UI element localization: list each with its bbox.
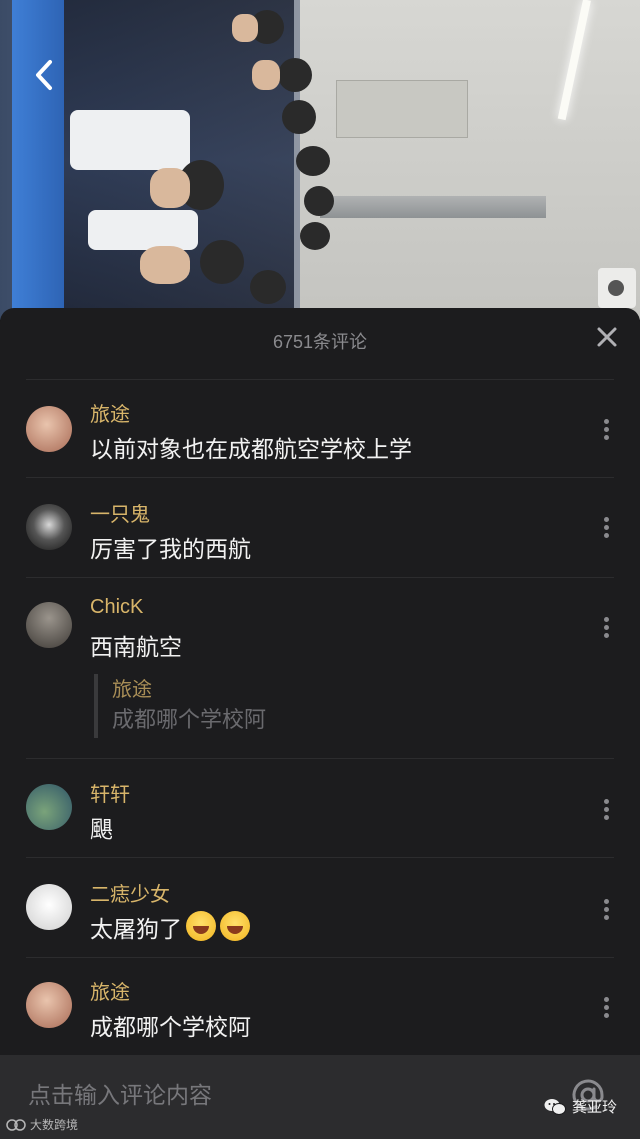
- video-wall: [300, 0, 640, 320]
- comment-item[interactable]: 旅途 以前对象也在成都航空学校上学: [0, 380, 640, 478]
- avatar[interactable]: [26, 784, 72, 830]
- comment-text: 太屠狗了: [90, 910, 250, 944]
- divider: [26, 758, 614, 759]
- comment-text: 厉害了我的西航: [90, 537, 251, 563]
- video-figure: [140, 246, 190, 284]
- video-speaker: [598, 268, 636, 308]
- video-figure: [232, 14, 258, 42]
- avatar[interactable]: [26, 602, 72, 648]
- comment-text-content: 太屠狗了: [90, 917, 182, 943]
- close-button[interactable]: [594, 324, 620, 350]
- watermark-left-text: 大数跨境: [30, 1118, 79, 1132]
- comment-author[interactable]: 二痣少女: [90, 878, 170, 907]
- back-button[interactable]: [30, 58, 60, 92]
- comment-text: 颶: [90, 817, 113, 843]
- comment-author[interactable]: 旅途: [90, 976, 130, 1005]
- close-icon: [597, 327, 617, 347]
- reply-text: 成都哪个学校阿: [112, 708, 267, 733]
- video-wall-rail: [320, 196, 546, 218]
- video-blue-pillar: [12, 0, 64, 320]
- video-figure: [88, 210, 198, 250]
- video-figure: [250, 270, 286, 304]
- wechat-icon: [544, 1098, 566, 1115]
- comment-text: 以前对象也在成都航空学校上学: [90, 437, 412, 463]
- comment-item[interactable]: 轩轩 颶: [0, 758, 640, 858]
- watermark-left: 大数跨境: [6, 1116, 78, 1133]
- comment-item[interactable]: 旅途 成都哪个学校阿: [0, 958, 640, 1058]
- video-figure: [304, 186, 334, 216]
- more-options-button[interactable]: [598, 994, 614, 1024]
- avatar[interactable]: [26, 884, 72, 930]
- video-figure: [70, 110, 190, 170]
- video-figure: [278, 58, 312, 92]
- chevron-left-icon: [36, 60, 52, 90]
- comment-author[interactable]: 轩轩: [90, 778, 130, 807]
- more-options-button[interactable]: [598, 614, 614, 644]
- video-figure: [282, 100, 316, 134]
- watermark-right: 龚亚玲: [544, 1096, 617, 1117]
- comment-author[interactable]: 旅途: [90, 398, 130, 427]
- comment-author[interactable]: ChicK: [90, 596, 143, 619]
- comment-text: 西南航空: [90, 635, 182, 661]
- comment-item[interactable]: ChicK 西南航空 旅途 成都哪个学校阿: [0, 578, 640, 758]
- comment-text: 成都哪个学校阿: [90, 1015, 251, 1041]
- video-wall-panel: [336, 80, 468, 138]
- reply-quote[interactable]: 旅途 成都哪个学校阿: [94, 674, 266, 738]
- more-options-button[interactable]: [598, 896, 614, 926]
- video-figure: [150, 168, 190, 208]
- laughing-crying-emoji: [220, 911, 250, 941]
- comment-author[interactable]: 一只鬼: [90, 498, 150, 527]
- more-options-button[interactable]: [598, 416, 614, 446]
- comment-item[interactable]: 二痣少女 太屠狗了: [0, 858, 640, 958]
- comments-header: 6751条评论: [26, 308, 617, 380]
- comment-count-title: 6751条评论: [272, 332, 368, 352]
- more-options-button[interactable]: [598, 514, 614, 544]
- video-figure: [296, 146, 330, 176]
- video-frame[interactable]: [0, 0, 640, 320]
- comment-input[interactable]: [28, 1079, 528, 1113]
- video-figure: [300, 222, 330, 250]
- avatar[interactable]: [26, 406, 72, 452]
- comments-sheet: 6751条评论 旅途 以前对象也在成都航空学校上学 一只鬼 厉害了我的西航 Ch…: [0, 308, 640, 1139]
- comment-item[interactable]: 一只鬼 厉害了我的西航: [0, 478, 640, 578]
- avatar[interactable]: [26, 982, 72, 1028]
- more-options-button[interactable]: [598, 796, 614, 826]
- video-figure: [252, 60, 280, 90]
- brand-logo-icon: [6, 1118, 26, 1131]
- watermark-right-text: 龚亚玲: [572, 1098, 618, 1116]
- reply-author[interactable]: 旅途: [112, 674, 266, 704]
- avatar[interactable]: [26, 504, 72, 550]
- laughing-crying-emoji: [186, 911, 216, 941]
- video-figure: [200, 240, 244, 284]
